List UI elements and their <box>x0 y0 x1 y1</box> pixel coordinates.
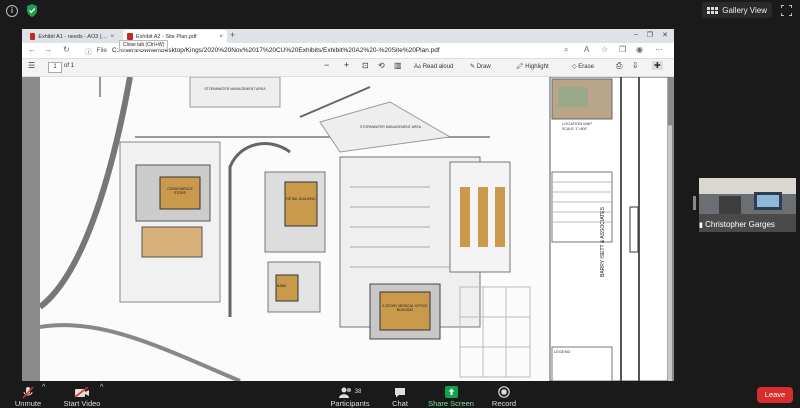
highlight-label: Highlight <box>525 64 549 70</box>
pdf-scrollbar[interactable] <box>668 125 672 381</box>
video-options-caret[interactable]: ^ <box>100 384 103 391</box>
share-screen-button[interactable]: Share Screen <box>428 381 474 408</box>
video-off-icon <box>74 386 89 398</box>
restore-icon[interactable]: ❐ <box>647 31 653 39</box>
firm-name-label: BARRY ISETT & ASSOCIATES <box>600 207 606 277</box>
pdf-icon <box>127 33 133 40</box>
erase-button[interactable]: ◇ Erase <box>572 63 594 70</box>
page-number-input[interactable]: 1 <box>48 62 62 73</box>
highlight-icon: 🖍 <box>516 64 526 70</box>
gallery-view-button[interactable]: Gallery View <box>702 2 772 18</box>
page-view-icon[interactable]: ▥ <box>394 61 402 70</box>
participants-count: 38 <box>354 389 362 395</box>
pdf-icon <box>30 33 36 40</box>
medical-office-label: 2-STORY MEDICAL OFFICE BUILDING <box>382 304 428 312</box>
close-tab-tooltip: Close tab (Ctrl+W) <box>119 40 169 50</box>
close-tab-icon[interactable]: × <box>110 34 114 40</box>
back-icon[interactable]: ← <box>28 45 36 54</box>
more-menu-icon[interactable]: ⋯ <box>655 45 663 54</box>
page-count: of 1 <box>64 63 75 69</box>
scale-label: SCALE: 1"=800' <box>562 127 588 131</box>
meeting-controls: Unmute ^ Start Video ^ 38 Participants C… <box>0 381 800 408</box>
reload-icon[interactable]: ↻ <box>63 45 70 54</box>
read-aloud-label: Read aloud <box>422 64 454 70</box>
stormwater-area-label-2: STORMWATER MANAGEMENT AREA <box>360 125 422 129</box>
participant-name-label: Christopher Garges <box>705 220 775 229</box>
participants-button[interactable]: 38 Participants <box>330 381 370 408</box>
record-icon <box>498 386 510 398</box>
highlight-button[interactable]: 🖍 Highlight <box>516 63 549 70</box>
start-video-button[interactable]: Start Video <box>62 381 102 408</box>
chat-icon <box>395 387 405 397</box>
audio-options-caret[interactable]: ^ <box>42 384 45 391</box>
participants-icon <box>338 387 351 398</box>
tab-exhibit-a1[interactable]: Exhibit A1 - needs - AO3 (1).pdf × <box>26 30 118 43</box>
tab-label: Exhibit A2 - Site Plan.pdf <box>136 33 197 40</box>
unmute-label: Unmute <box>14 399 42 408</box>
convenience-store-label: CONVENIENCE STORE <box>167 187 193 195</box>
gallery-view-label: Gallery View <box>722 5 767 15</box>
start-video-label: Start Video <box>63 399 101 408</box>
pdf-toolbar: ☰ 1 of 1 − + ⊡ ⟲ ▥ Aა Read aloud ✎ Draw … <box>22 59 674 77</box>
contents-icon[interactable]: ☰ <box>28 61 35 70</box>
bank-label: BANK <box>277 284 287 288</box>
stormwater-area-label-1: STORMWATER MANAGEMENT AREA <box>204 87 266 91</box>
leave-button[interactable]: Leave <box>757 387 793 403</box>
grid-icon <box>707 6 719 14</box>
tab-label: Exhibit A1 - needs - AO3 (1).pdf <box>38 33 107 40</box>
retail-building-label: RETAIL BUILDING <box>286 197 316 201</box>
record-button[interactable]: Record <box>490 381 518 408</box>
read-mode-icon[interactable]: A <box>584 45 589 54</box>
fullscreen-icon[interactable] <box>781 5 792 16</box>
shield-icon[interactable] <box>26 4 38 17</box>
panel-resize-handle[interactable] <box>693 196 696 210</box>
muted-mic-icon <box>22 385 34 399</box>
fit-page-icon[interactable]: ⊡ <box>362 61 369 70</box>
chat-button[interactable]: Chat <box>386 381 414 408</box>
erase-label: Erase <box>578 64 594 70</box>
favorite-icon[interactable]: ☆ <box>601 45 608 54</box>
site-plan-page: LOCATION MAP SCALE: 1"=800' STORMWATER M… <box>38 76 669 381</box>
save-icon[interactable]: ⇩ <box>632 61 639 70</box>
forward-icon[interactable]: → <box>44 45 52 54</box>
info-icon[interactable]: i <box>6 5 18 17</box>
chat-label: Chat <box>392 399 408 408</box>
zoom-in-button[interactable]: + <box>344 60 349 70</box>
shared-browser-window: Exhibit A1 - needs - AO3 (1).pdf × Exhib… <box>22 29 674 381</box>
pdf-viewer: LOCATION MAP SCALE: 1"=800' STORMWATER M… <box>22 76 674 381</box>
signal-icon: ▮ <box>699 222 703 229</box>
read-aloud-button[interactable]: Aა Read aloud <box>414 63 453 70</box>
legend-label: LEGEND <box>554 349 571 354</box>
print-icon[interactable]: ⎙ <box>616 61 622 71</box>
zoom-out-button[interactable]: − <box>324 60 329 70</box>
close-tab-icon[interactable]: × <box>219 34 223 40</box>
close-window-icon[interactable]: ✕ <box>662 31 668 39</box>
draw-label: Draw <box>476 64 491 70</box>
profile-icon[interactable]: ◉ <box>636 45 643 54</box>
minimize-icon[interactable]: – <box>634 31 638 38</box>
pin-toolbar-icon[interactable]: ✚ <box>652 61 663 70</box>
collections-icon[interactable]: ❒ <box>619 45 626 54</box>
draw-icon: ✎ <box>470 64 477 70</box>
share-screen-label: Share Screen <box>428 399 474 408</box>
location-map-label: LOCATION MAP <box>562 121 592 126</box>
new-tab-button[interactable]: + <box>230 30 235 40</box>
read-aloud-icon: Aა <box>414 64 423 70</box>
draw-button[interactable]: ✎ Draw <box>470 63 491 70</box>
share-screen-icon <box>444 386 458 398</box>
zoom-search-icon[interactable]: ⌕ <box>564 45 568 55</box>
participants-label: Participants <box>330 399 370 408</box>
url-prefix: File <box>96 47 107 54</box>
record-label: Record <box>491 399 517 408</box>
info-circle-icon: ⓘ <box>85 48 92 56</box>
rotate-icon[interactable]: ⟲ <box>378 61 385 70</box>
participant-name: ▮ Christopher Garges <box>699 220 775 229</box>
unmute-button[interactable]: Unmute <box>12 381 44 408</box>
